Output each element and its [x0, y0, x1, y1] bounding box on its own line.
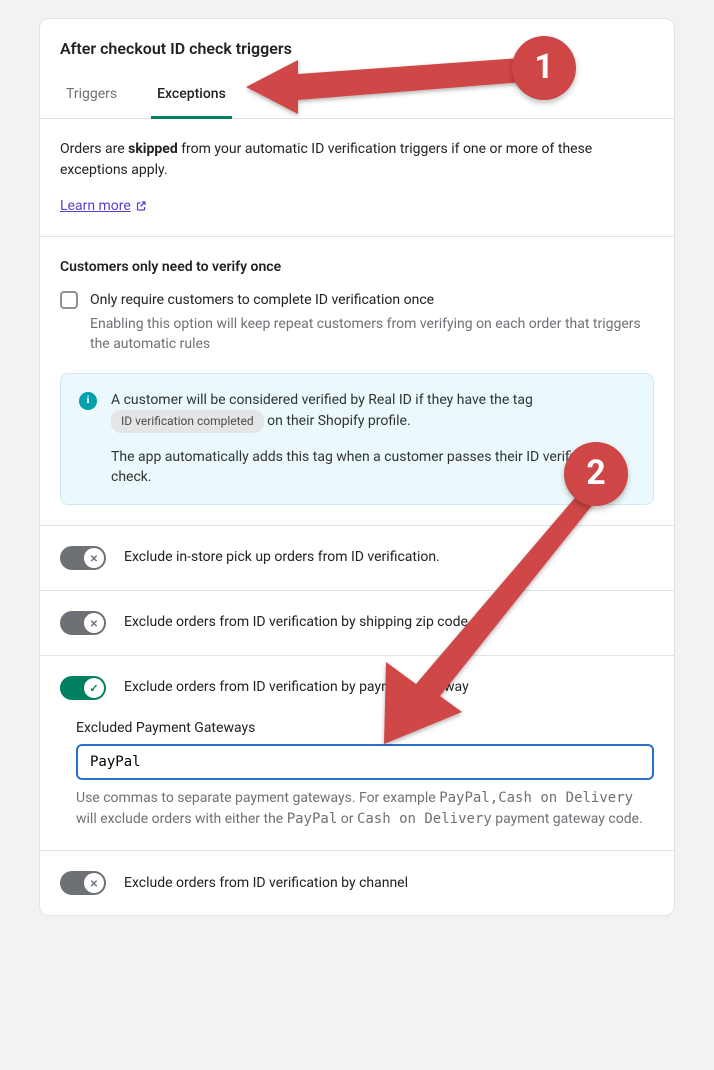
verify-once-texts: Only require customers to complete ID ve… — [90, 290, 654, 355]
toggle-payment[interactable] — [60, 676, 106, 700]
toggle-channel[interactable] — [60, 871, 106, 895]
excluded-gateways-input[interactable] — [76, 744, 654, 780]
help-code2: PayPal — [287, 811, 338, 827]
info-body: A customer will be considered verified b… — [111, 390, 635, 488]
help-prefix: Use commas to separate payment gateways.… — [76, 790, 439, 806]
info-line2: The app automatically adds this tag when… — [111, 447, 635, 488]
toggle-channel-section: Exclude orders from ID verification by c… — [40, 851, 674, 915]
info-line1: A customer will be considered verified b… — [111, 390, 635, 433]
help-code1: PayPal,Cash on Delivery — [439, 790, 633, 806]
verify-once-help: Enabling this option will keep repeat cu… — [90, 314, 654, 355]
intro-text: Orders are skipped from your automatic I… — [60, 139, 654, 180]
tab-triggers[interactable]: Triggers — [60, 74, 123, 119]
verify-once-label: Only require customers to complete ID ve… — [90, 290, 654, 310]
info-line1-suffix: on their Shopify profile. — [267, 413, 411, 429]
annotation-badge-2: 2 — [564, 442, 628, 506]
toggle-shipping[interactable] — [60, 611, 106, 635]
toggle-pickup[interactable] — [60, 546, 106, 570]
verify-once-checkbox[interactable] — [60, 291, 78, 309]
verify-once-checkbox-row: Only require customers to complete ID ve… — [60, 290, 654, 355]
tab-exceptions[interactable]: Exceptions — [151, 74, 232, 119]
annotation-arrow-1 — [246, 52, 526, 122]
intro-prefix: Orders are — [60, 141, 128, 157]
excluded-gateways-help: Use commas to separate payment gateways.… — [76, 788, 654, 830]
verify-once-heading: Customers only need to verify once — [60, 257, 654, 277]
intro-bold: skipped — [128, 141, 178, 157]
annotation-badge-1: 1 — [512, 36, 576, 100]
external-link-icon — [135, 200, 147, 212]
help-mid: will exclude orders with either the — [76, 811, 287, 827]
info-line1-prefix: A customer will be considered verified b… — [111, 392, 533, 408]
intro-section: Orders are skipped from your automatic I… — [40, 119, 674, 237]
help-code3: Cash on Delivery — [357, 811, 492, 827]
help-suffix: payment gateway code. — [492, 811, 643, 827]
annotation-arrow-2 — [370, 486, 600, 746]
learn-more-link[interactable]: Learn more — [60, 196, 147, 216]
info-icon: i — [79, 392, 97, 410]
learn-more-label: Learn more — [60, 196, 131, 216]
help-or: or — [337, 811, 357, 827]
info-tag: ID verification completed — [111, 410, 264, 433]
toggle-channel-label: Exclude orders from ID verification by c… — [124, 873, 408, 893]
toggle-channel-row: Exclude orders from ID verification by c… — [60, 871, 654, 895]
